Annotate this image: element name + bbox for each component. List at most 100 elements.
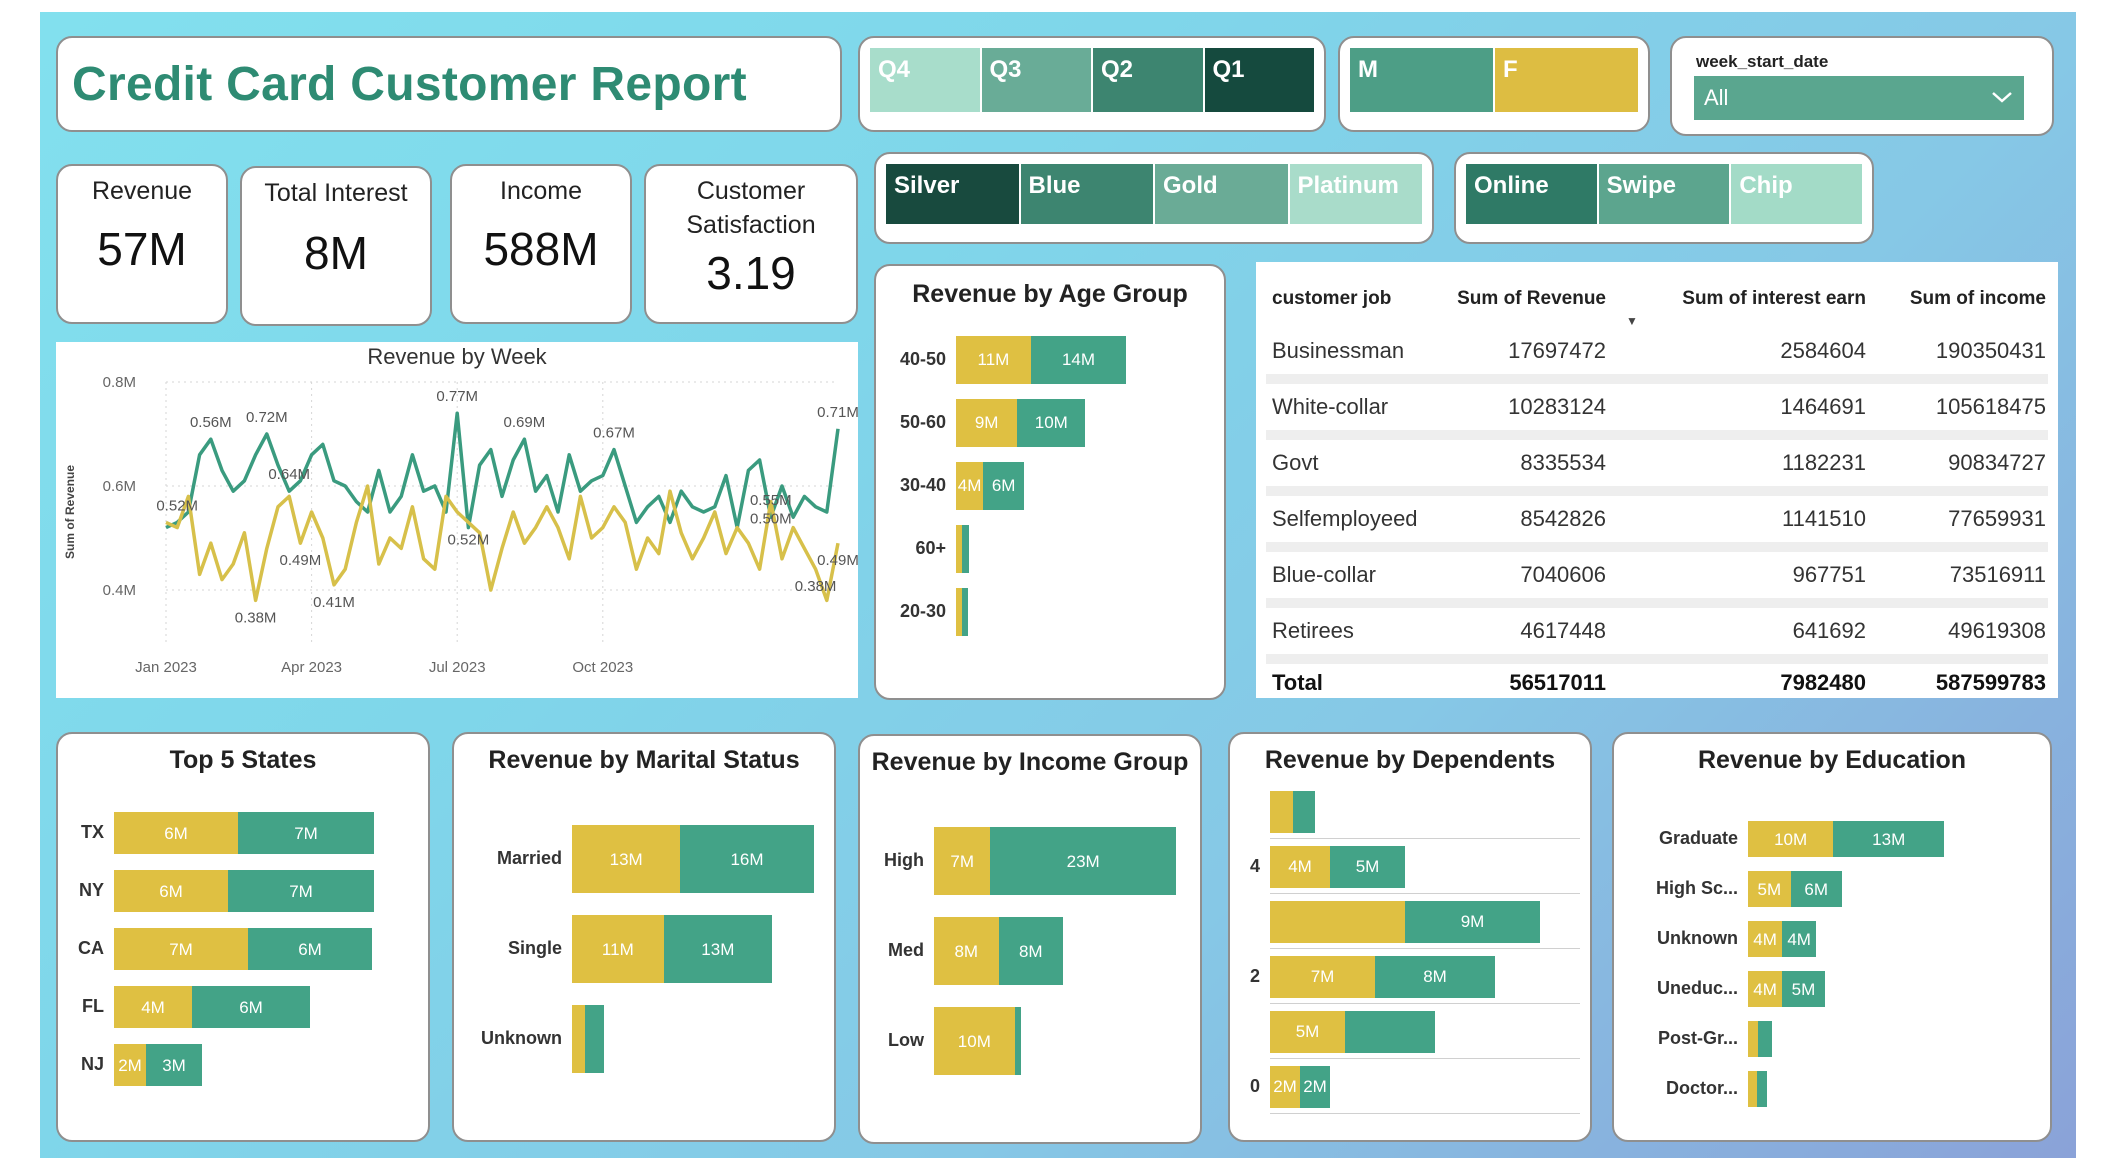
table-cell: 8542826 bbox=[1520, 506, 1606, 531]
male-bar-30-40[interactable]: 6M bbox=[983, 461, 1025, 510]
male-bar-4[interactable]: 5M bbox=[1330, 845, 1405, 888]
male-bar-high[interactable]: 23M bbox=[990, 827, 1176, 895]
female-bar-graduate[interactable]: 10M bbox=[1748, 821, 1834, 857]
week-start-date-slicer[interactable]: week_start_date All bbox=[1670, 36, 2054, 136]
gender-option-m[interactable]: M bbox=[1350, 48, 1495, 112]
female-bar-high[interactable]: 7M bbox=[934, 827, 991, 895]
male-bar-nj[interactable]: 3M bbox=[146, 1044, 202, 1086]
male-bar-single[interactable]: 13M bbox=[663, 915, 772, 983]
female-bar-doctor[interactable] bbox=[1748, 1071, 1757, 1107]
card-option-gold[interactable]: Gold bbox=[1155, 164, 1290, 224]
chevron-down-icon[interactable] bbox=[1990, 85, 2014, 111]
row-separator bbox=[1266, 374, 2048, 384]
card-option-platinum[interactable]: Platinum bbox=[1289, 164, 1422, 224]
male-bar-unknown[interactable]: 4M bbox=[1782, 921, 1817, 957]
female-bar-tx[interactable]: 6M bbox=[114, 812, 238, 854]
male-bar-ca[interactable]: 6M bbox=[248, 928, 372, 970]
use-type-option-online[interactable]: Online bbox=[1466, 164, 1599, 224]
row-separator bbox=[1266, 598, 2048, 608]
chart-title: Revenue by Week bbox=[367, 344, 547, 369]
female-bar-married[interactable]: 13M bbox=[572, 825, 681, 893]
male-bar-tx[interactable]: 7M bbox=[238, 812, 374, 854]
female-bar-post-gr[interactable] bbox=[1748, 1021, 1759, 1057]
male-bar-graduate[interactable]: 13M bbox=[1833, 821, 1945, 857]
female-bar-3[interactable] bbox=[1270, 900, 1405, 943]
use-type-option-swipe[interactable]: Swipe bbox=[1598, 164, 1732, 224]
female-bar-unknown[interactable] bbox=[572, 1005, 586, 1073]
quarter-option-q3[interactable]: Q3 bbox=[981, 48, 1093, 112]
female-bar-single[interactable]: 11M bbox=[572, 915, 664, 983]
kpi-total-interest: Total Interest 8M bbox=[240, 166, 432, 326]
table-cell: 641692 bbox=[1792, 618, 1866, 643]
week-start-date-dropdown[interactable]: All bbox=[1694, 76, 2024, 120]
customer-job-table[interactable]: customer job Sum of Revenue Sum of interes… bbox=[1256, 262, 2058, 698]
data-label: 0.72M bbox=[246, 409, 288, 426]
female-bar-uneduc[interactable]: 4M bbox=[1748, 971, 1783, 1007]
total-cell: 587599783 bbox=[1935, 670, 2046, 695]
revenue-by-dependents-chart[interactable]: Revenue by Dependents 4 4M 5M 9M 2 7M 8M 5M 0 2M 2M bbox=[1228, 732, 1592, 1142]
use-type-option-chip[interactable]: Chip bbox=[1731, 164, 1863, 224]
female-bar-low[interactable]: 10M bbox=[934, 1007, 1015, 1075]
quarter-option-q1[interactable]: Q1 bbox=[1204, 48, 1314, 112]
gender-option-f[interactable]: F bbox=[1495, 48, 1638, 112]
male-bar-uneduc[interactable]: 5M bbox=[1782, 971, 1825, 1007]
male-bar-high-sc[interactable]: 6M bbox=[1790, 871, 1842, 907]
male-bar-fl[interactable]: 6M bbox=[192, 986, 310, 1028]
female-bar-0[interactable]: 2M bbox=[1270, 1065, 1300, 1108]
male-bar-20-30[interactable] bbox=[962, 587, 968, 636]
sort-desc-icon[interactable]: ▼ bbox=[1626, 314, 1638, 328]
quarter-slicer[interactable]: Q4 Q3 Q2 Q1 bbox=[858, 36, 1326, 132]
male-bar-post-gr[interactable] bbox=[1758, 1021, 1772, 1057]
table-row-label: Retirees bbox=[1272, 618, 1354, 643]
card-option-blue[interactable]: Blue bbox=[1020, 164, 1155, 224]
revenue-by-income-group-chart[interactable]: Revenue by Income Group High 7M 23M Med 8M 8M L… bbox=[858, 734, 1202, 1144]
male-bar-low[interactable] bbox=[1014, 1007, 1021, 1075]
male-bar-unknown[interactable] bbox=[585, 1005, 604, 1073]
female-bar-1[interactable]: 5M bbox=[1270, 1010, 1345, 1053]
female-bar-40-50[interactable]: 11M bbox=[956, 335, 1031, 384]
column-header-sum-of-income[interactable]: Sum of income bbox=[1910, 288, 2046, 310]
male-bar-ny[interactable]: 7M bbox=[228, 870, 374, 912]
table-cell: 1141510 bbox=[1781, 506, 1866, 531]
male-bar-2[interactable]: 8M bbox=[1375, 955, 1495, 998]
male-bar-60[interactable] bbox=[962, 524, 969, 573]
kpi-income-label: Income bbox=[500, 177, 582, 205]
top-5-states-chart[interactable]: Top 5 States TX 6M 7M NY 6M 7M CA 7M 6M FL 4M 6M NJ 2M… bbox=[56, 732, 430, 1142]
quarter-option-q2[interactable]: Q2 bbox=[1093, 48, 1205, 112]
female-bar-4[interactable]: 4M bbox=[1270, 845, 1330, 888]
male-bar-50-60[interactable]: 10M bbox=[1017, 398, 1086, 447]
female-bar-30-40[interactable]: 4M bbox=[956, 461, 984, 510]
use-type-slicer[interactable]: Online Swipe Chip bbox=[1454, 152, 1874, 244]
male-bar-med[interactable]: 8M bbox=[998, 917, 1064, 985]
female-bar-high-sc[interactable]: 5M bbox=[1748, 871, 1791, 907]
female-bar-med[interactable]: 8M bbox=[934, 917, 999, 985]
revenue-by-education-chart[interactable]: Revenue by Education Graduate 10M 13M High S… bbox=[1612, 732, 2052, 1142]
male-bar-40-50[interactable]: 14M bbox=[1030, 335, 1127, 384]
female-bar-ny[interactable]: 6M bbox=[114, 870, 228, 912]
male-bar-0[interactable]: 2M bbox=[1300, 1065, 1330, 1108]
card-option-silver[interactable]: Silver bbox=[886, 164, 1021, 224]
male-bar-3[interactable]: 9M bbox=[1405, 900, 1540, 943]
female-bar-2[interactable]: 7M bbox=[1270, 955, 1375, 998]
card-category-slicer[interactable]: Silver Blue Gold Platinum bbox=[874, 152, 1434, 244]
revenue-by-marital-status-chart[interactable]: Revenue by Marital Status Married 13M 16M Si… bbox=[452, 732, 836, 1142]
gender-slicer[interactable]: MF bbox=[1338, 36, 1650, 132]
revenue-by-week-chart[interactable]: Revenue by Week Sum of Revenue 0.4M 0.6M 0.8… bbox=[56, 342, 859, 698]
female-bar-nj[interactable]: 2M bbox=[114, 1044, 146, 1086]
female-bar-fl[interactable]: 4M bbox=[114, 986, 192, 1028]
column-header-sum-of-revenue[interactable]: Sum of Revenue bbox=[1457, 288, 1606, 310]
column-header-customer-job[interactable]: customer job bbox=[1272, 288, 1391, 310]
quarter-option-q4[interactable]: Q4 bbox=[870, 48, 982, 112]
column-header-sum-of-interest-earn[interactable]: Sum of interest earn bbox=[1682, 288, 1866, 310]
female-bar-5[interactable] bbox=[1270, 790, 1293, 833]
female-bar-50-60[interactable]: 9M bbox=[956, 398, 1018, 447]
revenue-by-age-group-chart[interactable]: Revenue by Age Group 40-50 11M 14M 50-60 9M 10… bbox=[874, 264, 1226, 700]
female-bar-ca[interactable]: 7M bbox=[114, 928, 248, 970]
male-bar-1[interactable] bbox=[1345, 1010, 1435, 1053]
gridlines bbox=[1270, 784, 1580, 1114]
female-bar-unknown[interactable]: 4M bbox=[1748, 921, 1783, 957]
male-bar-married[interactable]: 16M bbox=[680, 825, 814, 893]
male-bar-5[interactable] bbox=[1292, 790, 1315, 833]
category-label: 30-40 bbox=[899, 474, 946, 495]
male-bar-doctor[interactable] bbox=[1756, 1071, 1767, 1107]
